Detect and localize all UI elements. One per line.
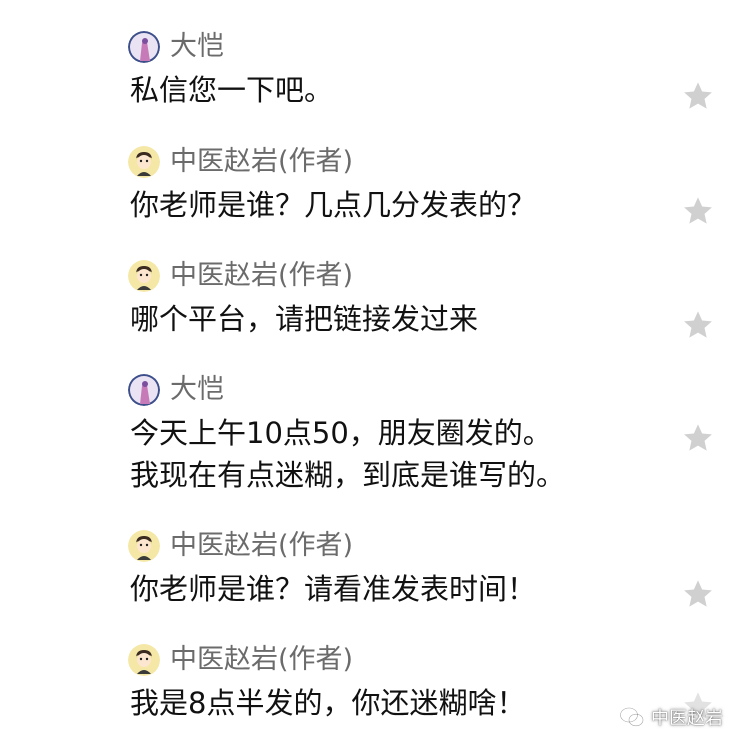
comment-text-line: 我是8点半发的，你还迷糊啥！ [130, 686, 526, 720]
avatar-purple-figure-icon[interactable] [128, 31, 160, 63]
comment-item: 中医赵岩(作者) 你老师是谁？几点几分发表的？ [0, 144, 745, 234]
comment-author-row: 中医赵岩(作者) [128, 642, 353, 678]
comment-body: 你老师是谁？几点几分发表的？ [130, 184, 650, 226]
comment-text-line: 我现在有点迷糊，到底是谁写的。 [130, 458, 566, 492]
comment-author-name[interactable]: 中医赵岩(作者) [170, 528, 353, 564]
star-icon[interactable] [682, 422, 714, 454]
comment-text-line: 私信您一下吧。 [130, 73, 334, 107]
comment-item: 中医赵岩(作者) 哪个平台，请把链接发过来 [0, 258, 745, 348]
avatar-cartoon-person-icon[interactable] [128, 644, 160, 676]
star-icon[interactable] [682, 578, 714, 610]
comment-author-name[interactable]: 中医赵岩(作者) [170, 258, 353, 294]
avatar-purple-figure-icon[interactable] [128, 374, 160, 406]
comment-text-line: 你老师是谁？几点几分发表的？ [130, 188, 537, 222]
comment-body: 私信您一下吧。 [130, 69, 650, 111]
comment-text-line: 今天上午10点50，朋友圈发的。 [130, 416, 552, 450]
comment-author-name[interactable]: 中医赵岩(作者) [170, 144, 353, 180]
comment-author-row: 中医赵岩(作者) [128, 528, 353, 564]
comment-body: 今天上午10点50，朋友圈发的。 我现在有点迷糊，到底是谁写的。 [130, 412, 650, 496]
comment-item: 大恺 今天上午10点50，朋友圈发的。 我现在有点迷糊，到底是谁写的。 [0, 372, 745, 504]
comment-author-row: 中医赵岩(作者) [128, 144, 353, 180]
comment-item: 大恺 私信您一下吧。 [0, 29, 745, 119]
avatar-cartoon-person-icon[interactable] [128, 530, 160, 562]
wechat-official-account-icon [619, 705, 645, 729]
star-icon[interactable] [682, 80, 714, 112]
comment-body: 你老师是谁？请看准发表时间！ [130, 568, 650, 610]
star-icon[interactable] [682, 195, 714, 227]
comment-thread: 大恺 私信您一下吧。 中医赵岩(作者) 你老师是谁？几点几分发表的？ 中医赵岩(… [0, 0, 745, 750]
watermark-text: 中医赵岩 [651, 708, 723, 729]
comment-text-line: 你老师是谁？请看准发表时间！ [130, 572, 537, 606]
comment-author-name[interactable]: 大恺 [170, 372, 224, 408]
comment-text-line: 哪个平台，请把链接发过来 [130, 302, 479, 336]
comment-author-name[interactable]: 中医赵岩(作者) [170, 642, 353, 678]
comment-body: 我是8点半发的，你还迷糊啥！ [130, 682, 650, 724]
comment-author-row: 中医赵岩(作者) [128, 258, 353, 294]
account-watermark: 中医赵岩 [619, 700, 723, 734]
comment-author-row: 大恺 [128, 372, 224, 408]
comment-author-name[interactable]: 大恺 [170, 29, 224, 65]
star-icon[interactable] [682, 309, 714, 341]
comment-body: 哪个平台，请把链接发过来 [130, 298, 650, 340]
avatar-cartoon-person-icon[interactable] [128, 260, 160, 292]
comment-item: 中医赵岩(作者) 你老师是谁？请看准发表时间！ [0, 528, 745, 618]
comment-author-row: 大恺 [128, 29, 224, 65]
avatar-cartoon-person-icon[interactable] [128, 146, 160, 178]
